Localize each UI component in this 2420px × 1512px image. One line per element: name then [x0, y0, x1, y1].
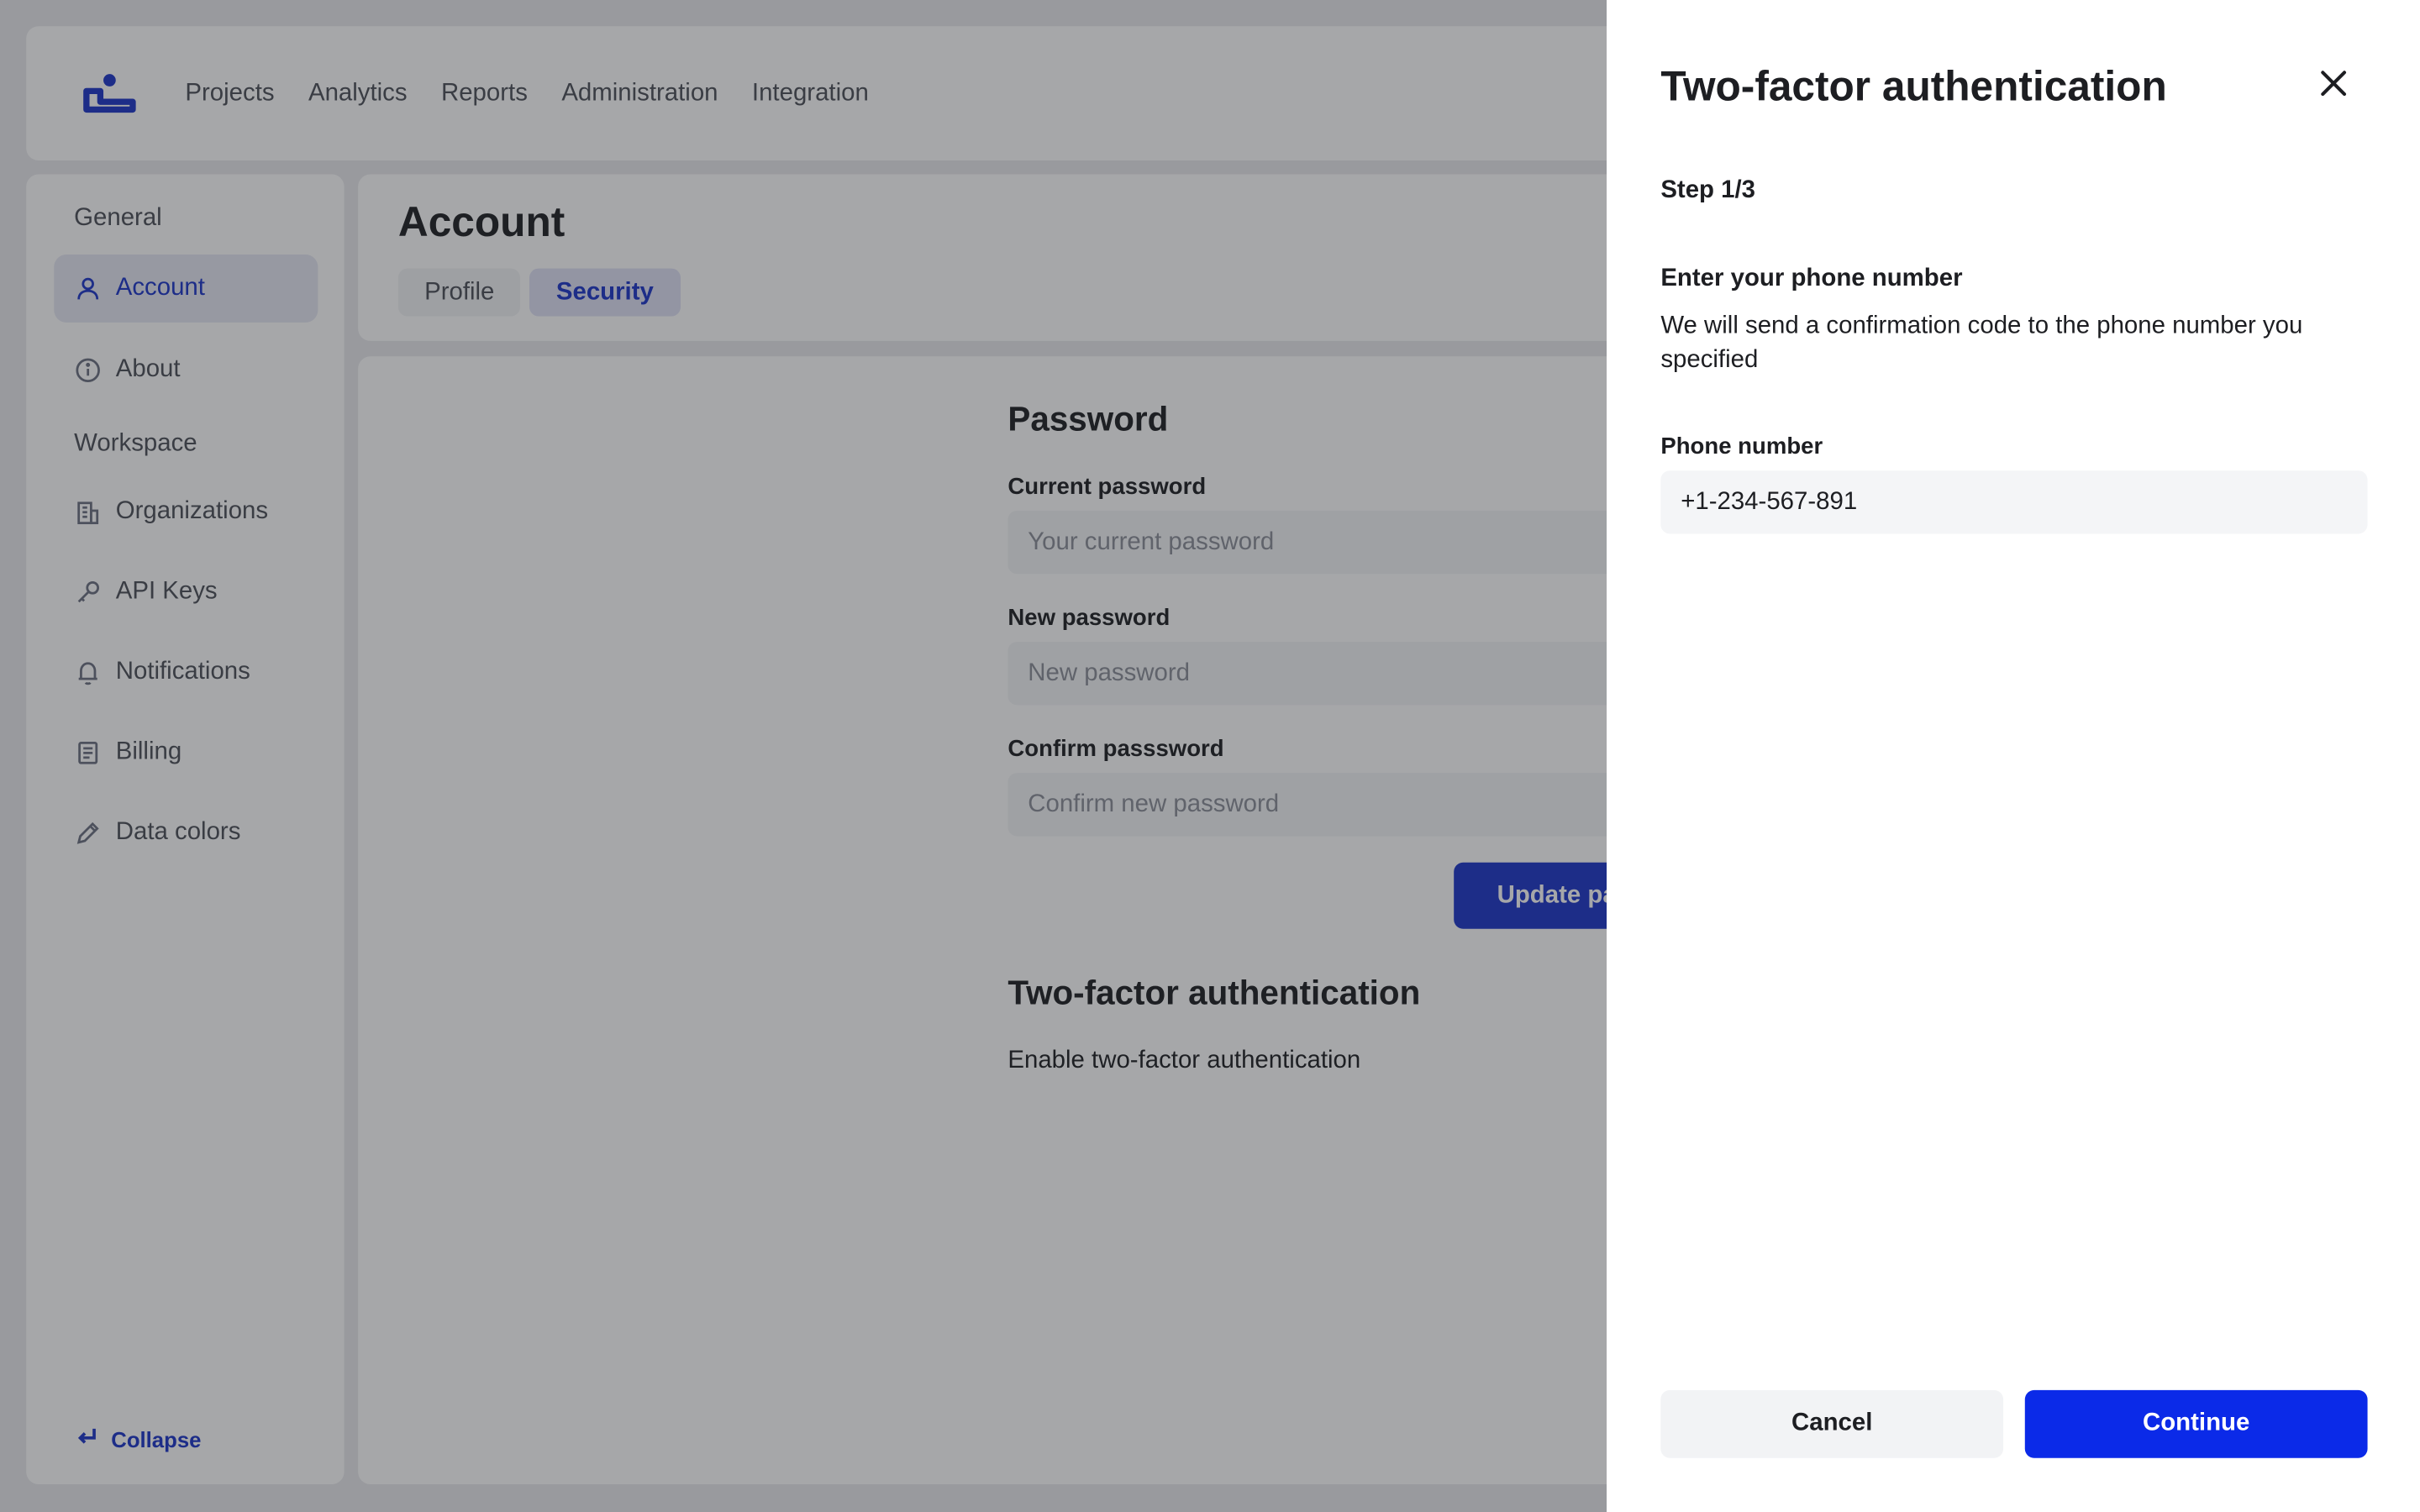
step-indicator: Step 1/3 — [1660, 177, 1756, 204]
continue-button[interactable]: Continue — [2024, 1389, 2368, 1458]
drawer-description: We will send a confirmation code to the … — [1660, 312, 2303, 374]
cancel-button[interactable]: Cancel — [1660, 1389, 2004, 1458]
drawer-heading: Enter your phone number — [1660, 265, 1963, 292]
phone-number-input[interactable] — [1660, 470, 2368, 534]
phone-number-label: Phone number — [1660, 433, 1823, 460]
two-factor-drawer: Two-factor authentication Step 1/3 Enter… — [1607, 0, 2420, 1512]
close-drawer-button[interactable] — [2315, 68, 2352, 105]
close-icon — [2318, 67, 2349, 106]
drawer-title: Two-factor authentication — [1660, 63, 2167, 110]
